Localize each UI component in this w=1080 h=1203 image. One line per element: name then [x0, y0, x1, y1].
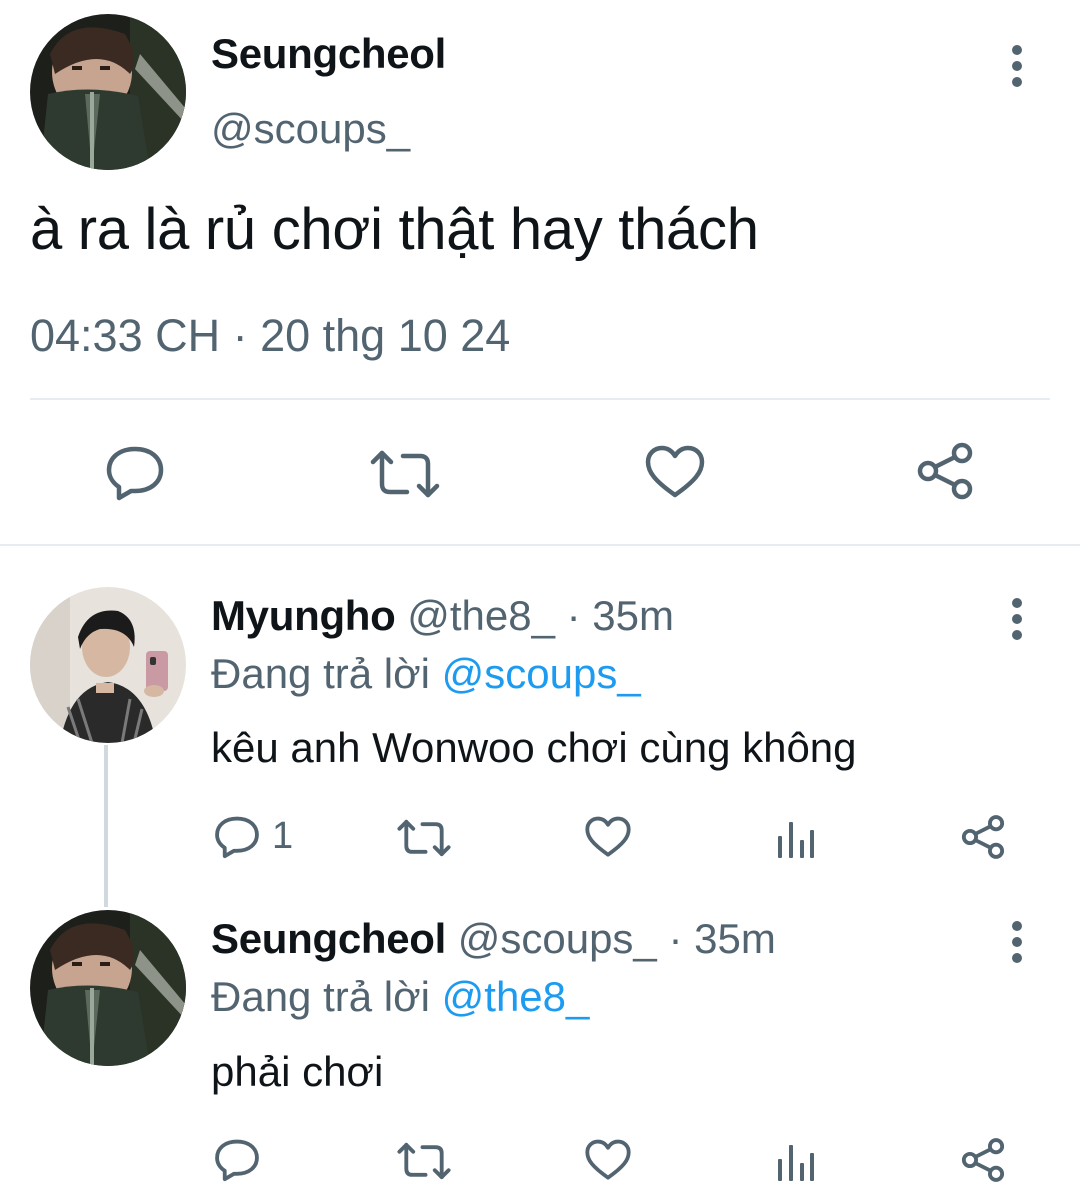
thread-line [104, 745, 108, 907]
author-handle[interactable]: @scoups_ [211, 105, 410, 153]
reply-text: phải chơi [211, 1048, 384, 1095]
section-divider [0, 544, 1080, 546]
more-options-icon[interactable] [1005, 594, 1029, 644]
separator: · [554, 592, 593, 639]
mention-link[interactable]: @scoups_ [442, 650, 641, 697]
separator: · [656, 915, 695, 962]
views-icon[interactable] [776, 818, 816, 860]
reply-author-name[interactable]: Myungho [211, 592, 396, 639]
replying-prefix: Đang trả lời [211, 650, 442, 697]
reply-header: Seungcheol @scoups_ · 35m [211, 915, 776, 963]
share-icon[interactable] [915, 442, 975, 500]
reply-header: Myungho @the8_ · 35m [211, 592, 674, 640]
share-icon[interactable] [960, 1137, 1006, 1183]
reply-avatar[interactable] [30, 587, 186, 743]
tweet-text: à ra là rủ chơi thật hay thách [30, 197, 759, 262]
replying-to: Đang trả lời @the8_ [211, 973, 589, 1021]
retweet-icon[interactable] [396, 1141, 452, 1181]
reply-time[interactable]: 35m [694, 915, 776, 962]
reply-text: kêu anh Wonwoo chơi cùng không [211, 724, 857, 771]
reply-count: 1 [272, 815, 294, 857]
share-icon[interactable] [960, 814, 1006, 860]
reply-avatar[interactable] [30, 910, 186, 1066]
retweet-icon[interactable] [369, 448, 441, 500]
like-icon[interactable] [585, 1139, 631, 1181]
more-options-icon[interactable] [1005, 917, 1029, 967]
reply-icon[interactable] [214, 1138, 260, 1182]
reply-time[interactable]: 35m [592, 592, 674, 639]
reply-author-handle[interactable]: @the8_ [407, 592, 555, 639]
mention-link[interactable]: @the8_ [442, 973, 590, 1020]
like-icon[interactable] [645, 445, 705, 499]
like-icon[interactable] [585, 816, 631, 858]
reply-icon[interactable] [105, 445, 165, 501]
reply-author-name[interactable]: Seungcheol [211, 915, 446, 962]
replying-prefix: Đang trả lời [211, 973, 442, 1020]
divider [30, 398, 1050, 400]
reply-author-handle[interactable]: @scoups_ [458, 915, 657, 962]
more-options-icon[interactable] [1005, 41, 1029, 91]
views-icon[interactable] [776, 1141, 816, 1183]
retweet-icon[interactable] [396, 818, 452, 858]
replying-to: Đang trả lời @scoups_ [211, 650, 641, 698]
author-name[interactable]: Seungcheol [211, 30, 446, 78]
tweet-timestamp[interactable]: 04:33 CH · 20 thg 10 24 [30, 310, 510, 362]
author-avatar[interactable] [30, 14, 186, 170]
reply-icon[interactable] [214, 815, 260, 859]
